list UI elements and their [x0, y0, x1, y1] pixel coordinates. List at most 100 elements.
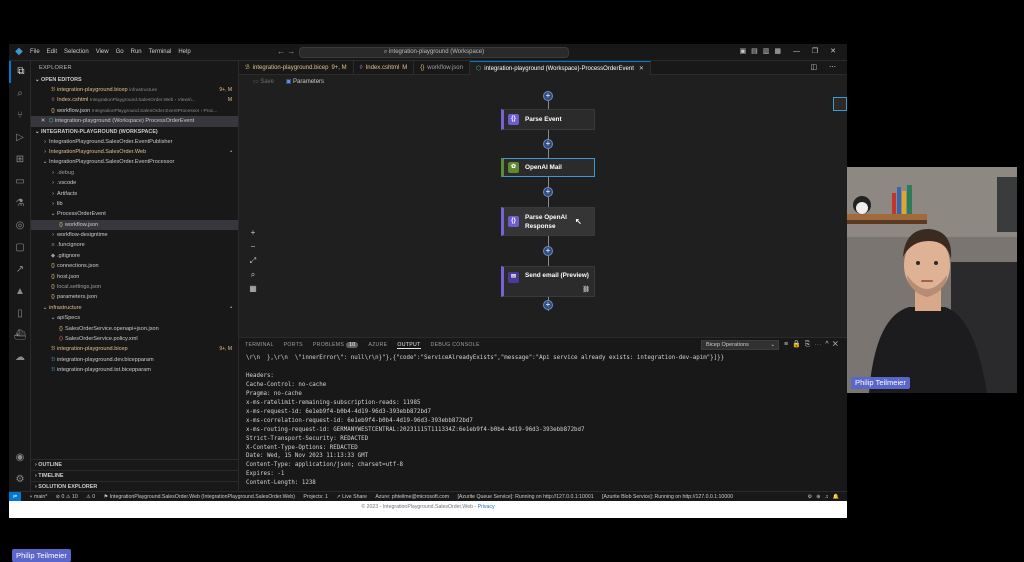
branch-status[interactable]: ⑂ main*	[29, 494, 47, 500]
solution-explorer-section[interactable]: › SOLUTION EXPLORER	[31, 481, 239, 491]
extensions-icon[interactable]: ⊞	[9, 149, 31, 171]
output-log[interactable]: \r\n },\r\n \"innerError\": null\r\n}"},…	[239, 352, 847, 488]
source-control-icon[interactable]: ⑂	[9, 105, 31, 127]
tree-folder[interactable]: › Artifacts	[31, 189, 238, 199]
add-step-icon[interactable]: +	[543, 300, 553, 310]
tree-folder[interactable]: › .debug	[31, 168, 238, 178]
minimap-toggle-icon[interactable]: ▦	[247, 283, 259, 295]
open-editor-item[interactable]: ✕ ⬡ integration-playground (Workspace) Pro…	[31, 116, 238, 127]
save-button[interactable]: ▭ Save	[253, 79, 274, 85]
projects-count[interactable]: Projects: 1	[303, 494, 328, 500]
notebook-icon[interactable]: ▯	[9, 303, 31, 325]
menu-run[interactable]: Run	[131, 49, 142, 55]
open-editors-header[interactable]: ⌄ OPEN EDITORS	[31, 75, 238, 85]
tree-file[interactable]: {} workflow.json	[31, 219, 238, 231]
layout-controls-icon[interactable]: ▣▤▥▦ — ❐ ✕	[740, 47, 841, 55]
testing-icon[interactable]: ⚗	[9, 193, 31, 215]
menu-terminal[interactable]: Terminal	[149, 49, 172, 55]
docker-icon[interactable]: ⛴	[9, 325, 31, 347]
liveshare-status[interactable]: ↗ Live Share	[336, 494, 367, 500]
tab-output[interactable]: OUTPUT	[397, 342, 421, 349]
tab-ports[interactable]: PORTS	[284, 342, 303, 348]
menu-go[interactable]: Go	[116, 49, 124, 55]
liveshare-icon[interactable]: ↗	[9, 259, 31, 281]
menu-edit[interactable]: Edit	[47, 49, 57, 55]
tree-file[interactable]: ℬintegration-playground.bicep 9+, M	[31, 344, 238, 354]
explorer-icon[interactable]: ⧉	[9, 61, 31, 83]
fit-view-icon[interactable]: ⤢	[247, 255, 259, 267]
azure-icon[interactable]: ▲	[9, 281, 31, 303]
add-step-icon[interactable]: +	[543, 91, 553, 101]
chat-icon[interactable]: ▢	[9, 237, 31, 259]
tree-folder[interactable]: › IntegrationPlayground.SalesOrder.Web •	[31, 147, 238, 157]
tab-bicep[interactable]: ℬintegration-playground.bicep 9+, M	[239, 61, 354, 75]
cloud-icon[interactable]: ☁	[9, 347, 31, 369]
search-icon[interactable]: ⌕	[9, 83, 31, 105]
action-node[interactable]: {} Parse OpenAI Response ↖	[501, 207, 595, 236]
tree-folder[interactable]: ⌄ ProcessOrderEvent	[31, 209, 238, 219]
timeline-section[interactable]: › TIMELINE	[31, 470, 239, 480]
notifications-icon[interactable]: ⚙⊕♫🔔	[808, 492, 843, 501]
tree-folder[interactable]: › workflow-designtime	[31, 230, 238, 240]
azure-account-status[interactable]: Azure: phteilme@microsoft.com	[375, 494, 449, 500]
open-editor-item[interactable]: ◊ Index.cshtml IntegrationPlayground.Sale…	[31, 95, 238, 105]
tree-file[interactable]: {} parameters.json	[31, 292, 238, 302]
split-editor-icon[interactable]: ◫ ⋯	[810, 61, 847, 74]
menu-view[interactable]: View	[96, 49, 109, 55]
warnings-status[interactable]: ⚠ 0	[86, 494, 95, 500]
command-center[interactable]: ⌕ integration-playground (Workspace)	[299, 47, 569, 58]
tree-folder[interactable]: › IntegrationPlayground.SalesOrder.EventP…	[31, 137, 238, 147]
remote-explorer-icon[interactable]: ▭	[9, 171, 31, 193]
account-icon[interactable]: ◉	[9, 447, 31, 469]
tree-file[interactable]: ⟨⟩ SalesOrderService.policy.xml	[31, 334, 238, 344]
open-editor-item[interactable]: {} workflow.json IntegrationPlayground.Sa…	[31, 106, 238, 116]
remote-icon[interactable]: ⇌	[9, 492, 21, 501]
problems-status[interactable]: ⊘ 0 ⚠ 10	[56, 494, 78, 500]
tree-folder[interactable]: ⌄ infrastructure •	[31, 303, 238, 313]
output-channel-select[interactable]: Bicep Operations ⌄	[701, 340, 779, 350]
back-forward-icon[interactable]: ← →	[277, 47, 295, 56]
tree-folder[interactable]: › lib	[31, 199, 238, 209]
tree-file[interactable]: ≡ .funcignore	[31, 240, 238, 250]
tree-folder[interactable]: ⌄ apiSpecs	[31, 313, 238, 323]
tab-workflow-json[interactable]: {} workflow.json	[414, 61, 470, 75]
zoom-out-icon[interactable]: −	[247, 241, 259, 253]
menu-file[interactable]: File	[30, 49, 40, 55]
add-step-icon[interactable]: +	[543, 139, 553, 149]
tab-debug-console[interactable]: DEBUG CONSOLE	[431, 342, 480, 348]
workflow-designer-canvas[interactable]: + {} Parse Event + ✿ OpenAI Mail + {} Parse…	[239, 89, 847, 337]
tree-file[interactable]: ℬintegration-playground.dev.bicepparam	[31, 355, 238, 365]
action-node[interactable]: ✿ OpenAI Mail	[501, 158, 595, 177]
settings-gear-icon[interactable]: ⚙	[9, 469, 31, 491]
close-icon[interactable]: ✕	[639, 66, 644, 72]
parameters-button[interactable]: Parameters	[286, 79, 324, 85]
tree-folder[interactable]: ⌄ IntegrationPlayground.SalesOrder.EventP…	[31, 157, 238, 167]
tree-file[interactable]: ◆ .gitignore	[31, 251, 238, 261]
run-debug-icon[interactable]: ▷	[9, 127, 31, 149]
tree-file[interactable]: ℬintegration-playground.tst.bicepparam	[31, 365, 238, 375]
menu-help[interactable]: Help	[178, 49, 190, 55]
tab-designer[interactable]: ⬡ integration-playground (Workspace)-Proc…	[469, 61, 651, 75]
project-status[interactable]: ⚑ IntegrationPlayground.SalesOrder.Web (…	[104, 494, 295, 500]
copilot-icon[interactable]: ◎	[9, 215, 31, 237]
azurite-blob-status[interactable]: [Azurite Blob Service]: Running on http:…	[602, 494, 733, 500]
tab-index[interactable]: ◊ Index.cshtml M	[354, 61, 415, 75]
tree-file[interactable]: {} local.settings.json	[31, 282, 238, 292]
tree-file[interactable]: {} host.json	[31, 272, 238, 282]
menu-selection[interactable]: Selection	[64, 49, 89, 55]
privacy-link[interactable]: Privacy	[478, 504, 495, 510]
tree-file[interactable]: {} SalesOrderService.openapi+json.json	[31, 324, 238, 334]
add-step-icon[interactable]: +	[543, 187, 553, 197]
action-node[interactable]: {} Parse Event	[501, 109, 595, 130]
tab-terminal[interactable]: TERMINAL	[245, 342, 274, 348]
tab-problems[interactable]: PROBLEMS 10	[313, 342, 359, 348]
zoom-in-icon[interactable]: +	[247, 227, 259, 239]
outline-section[interactable]: › OUTLINE	[31, 459, 239, 469]
tree-file[interactable]: {} connections.json	[31, 261, 238, 271]
close-icon[interactable]: ✕	[39, 116, 47, 126]
tab-azure[interactable]: AZURE	[368, 342, 387, 348]
action-node[interactable]: ✉ Send email (Preview) ⛓	[501, 266, 595, 297]
azurite-queue-status[interactable]: [Azurite Queue Service]: Running on http…	[457, 494, 593, 500]
minimap-icon[interactable]	[833, 97, 847, 111]
workspace-header[interactable]: ⌄ INTEGRATION-PLAYGROUND (WORKSPACE)	[31, 127, 238, 137]
